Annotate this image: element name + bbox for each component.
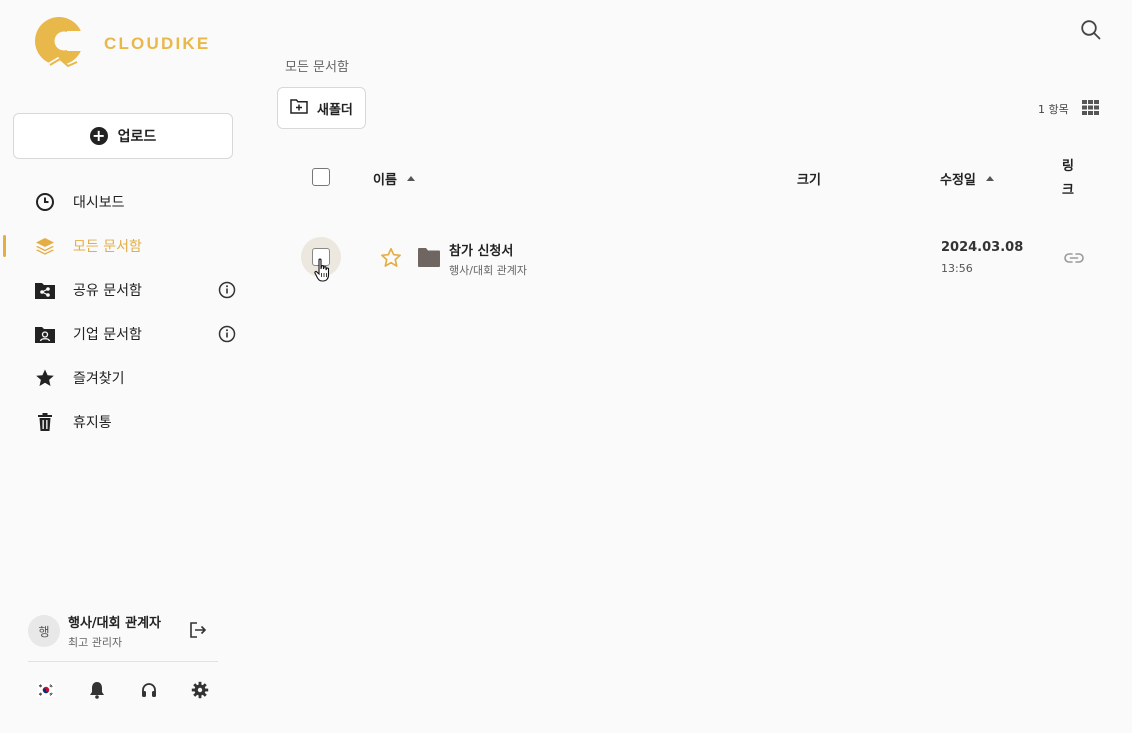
sidebar-item-label: 모든 문서함: [73, 239, 142, 255]
select-all-checkbox[interactable]: [312, 168, 330, 186]
sidebar-item-label: 대시보드: [73, 195, 125, 211]
headset-icon[interactable]: [139, 680, 159, 700]
upload-label: 업로드: [117, 129, 157, 145]
trash-icon: [34, 411, 56, 433]
star-icon: [34, 367, 56, 389]
sidebar-item-label: 공유 문서함: [73, 283, 142, 299]
divider: [28, 661, 218, 662]
star-outline-icon[interactable]: [380, 247, 402, 272]
sidebar-item-label: 휴지통: [73, 415, 112, 431]
sidebar-item-favorites[interactable]: 즐겨찾기: [0, 356, 250, 400]
hand-pointer-cursor-icon: [314, 258, 332, 288]
bell-icon[interactable]: [87, 680, 107, 700]
new-folder-button[interactable]: 새폴더: [277, 87, 366, 129]
bottom-toolbar: [36, 680, 216, 700]
sidebar-item-label: 즐겨찾기: [73, 371, 125, 387]
column-header-link[interactable]: 링크: [1062, 155, 1078, 203]
sort-asc-icon: [985, 176, 994, 181]
sidebar: CLOUDIKE + 업로드 대시보드 모든 문서함 공유 문서함 기업 문서함…: [0, 0, 250, 733]
column-header-size[interactable]: 크기: [797, 169, 821, 188]
search-icon[interactable]: [1080, 19, 1102, 45]
sidebar-item-dashboard[interactable]: 대시보드: [0, 180, 250, 224]
cloudike-logo-icon: [35, 17, 84, 68]
item-count: 1 항목: [1038, 103, 1069, 116]
link-icon[interactable]: [1064, 250, 1084, 269]
user-profile[interactable]: 행 행사/대회 관계자 최고 관리자: [28, 612, 218, 662]
sort-asc-icon: [406, 176, 415, 181]
modified-date: 2024.03.08: [941, 240, 1024, 255]
user-name: 행사/대회 관계자: [68, 616, 161, 631]
upload-button[interactable]: + 업로드: [13, 113, 233, 159]
korea-flag-icon[interactable]: [36, 680, 56, 700]
column-header-modified[interactable]: 수정일: [940, 169, 994, 188]
brand-name: CLOUDIKE: [104, 34, 211, 53]
plus-circle-icon: +: [89, 127, 108, 145]
cloudike-logo[interactable]: CLOUDIKE: [34, 14, 210, 70]
company-folder-icon: [34, 323, 56, 345]
sidebar-item-company-documents[interactable]: 기업 문서함: [0, 312, 250, 356]
layers-icon: [34, 235, 56, 257]
info-icon[interactable]: [218, 325, 236, 347]
new-folder-label: 새폴더: [317, 102, 353, 118]
shared-folder-icon: [34, 279, 56, 301]
sidebar-item-all-documents[interactable]: 모든 문서함: [0, 224, 250, 268]
sidebar-item-shared-documents[interactable]: 공유 문서함: [0, 268, 250, 312]
file-owner: 행사/대회 관계자: [449, 264, 528, 277]
breadcrumb[interactable]: 모든 문서함: [285, 56, 349, 75]
folder-plus-icon: [290, 98, 308, 118]
modified-time: 13:56: [941, 262, 973, 275]
logout-icon[interactable]: [188, 620, 208, 644]
grid-view-icon[interactable]: [1082, 100, 1099, 119]
sidebar-nav: 대시보드 모든 문서함 공유 문서함 기업 문서함 즐겨찾기 휴지통: [0, 180, 250, 444]
avatar: 행: [28, 615, 60, 647]
column-header-name[interactable]: 이름: [373, 169, 415, 188]
gear-icon[interactable]: [190, 680, 210, 700]
sidebar-item-label: 기업 문서함: [73, 327, 142, 343]
file-name[interactable]: 참가 신청서: [449, 240, 513, 259]
folder-icon: [417, 247, 441, 272]
user-role: 최고 관리자: [68, 636, 123, 649]
info-icon[interactable]: [218, 281, 236, 303]
clock-icon: [34, 191, 56, 213]
sidebar-item-trash[interactable]: 휴지통: [0, 400, 250, 444]
